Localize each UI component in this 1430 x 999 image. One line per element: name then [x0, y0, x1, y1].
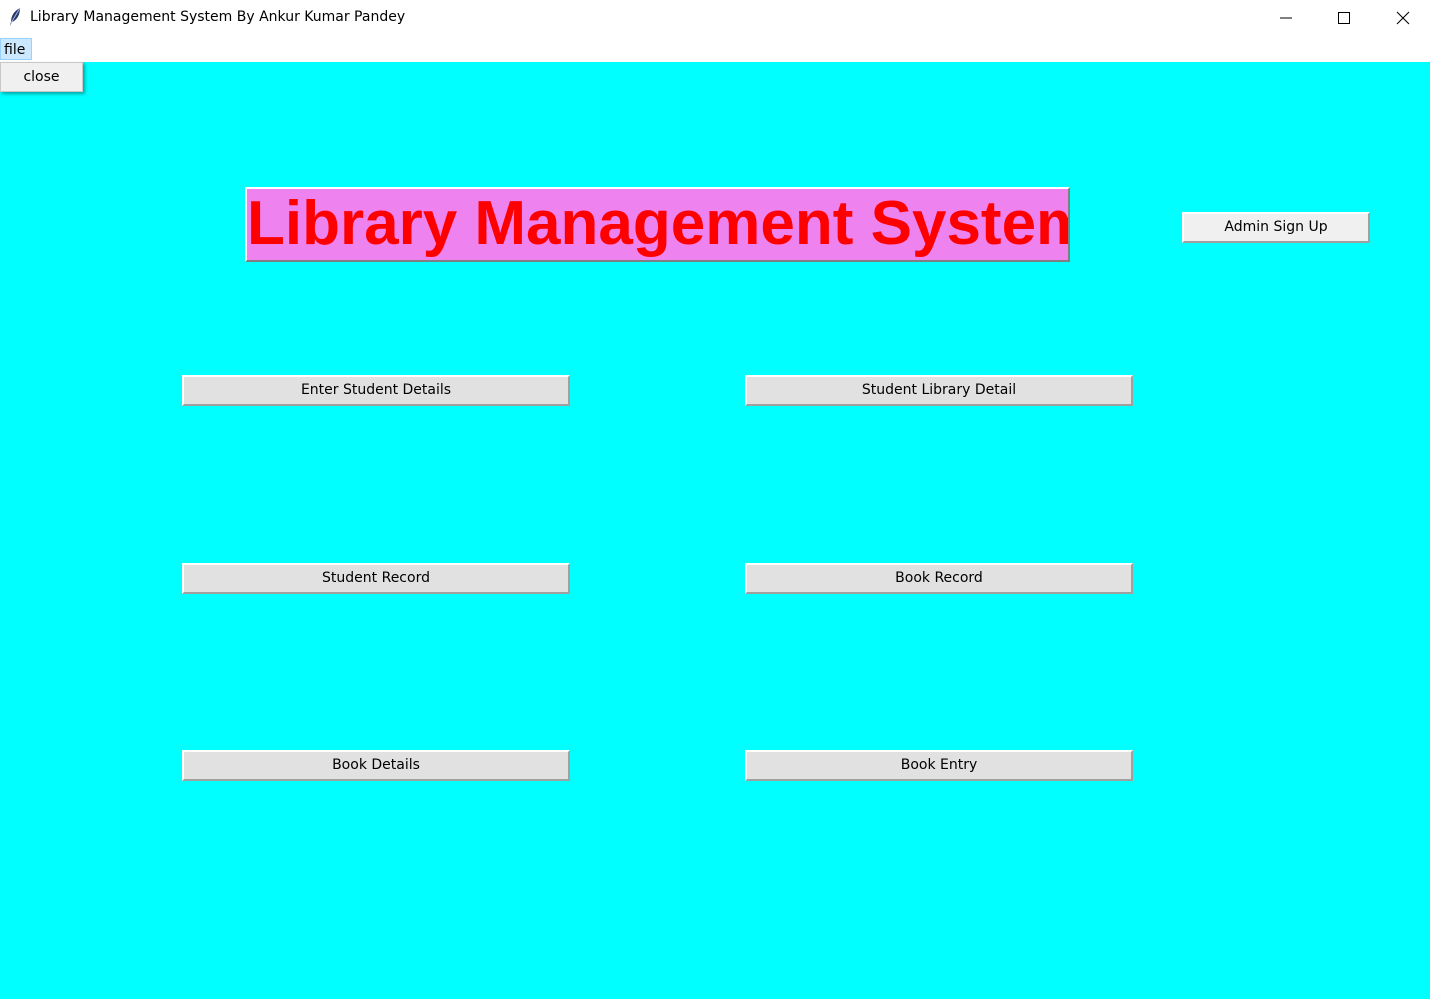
app-window: Library Management System By Ankur Kumar… [0, 0, 1430, 999]
enter-student-details-button[interactable]: Enter Student Details [182, 375, 570, 406]
minimize-icon [1280, 17, 1292, 19]
menu-file[interactable]: file [0, 38, 33, 60]
title-bar: Library Management System By Ankur Kumar… [0, 0, 1430, 36]
book-record-button[interactable]: Book Record [745, 563, 1133, 594]
student-record-button[interactable]: Student Record [182, 563, 570, 594]
window-title: Library Management System By Ankur Kumar… [30, 9, 406, 25]
minimize-button[interactable] [1257, 0, 1315, 36]
menu-bar: file [0, 36, 1430, 62]
book-entry-button[interactable]: Book Entry [745, 750, 1133, 781]
maximize-button[interactable] [1315, 0, 1373, 36]
admin-sign-up-button[interactable]: Admin Sign Up [1182, 212, 1370, 243]
close-icon [1396, 11, 1410, 25]
page-title: Library Management System [245, 187, 1070, 262]
file-dropdown-menu: close [0, 62, 83, 92]
close-button[interactable] [1374, 0, 1430, 36]
book-details-button[interactable]: Book Details [182, 750, 570, 781]
menu-item-close[interactable]: close [1, 63, 82, 91]
feather-icon [8, 7, 22, 27]
student-library-detail-button[interactable]: Student Library Detail [745, 375, 1133, 406]
maximize-icon [1338, 12, 1350, 24]
